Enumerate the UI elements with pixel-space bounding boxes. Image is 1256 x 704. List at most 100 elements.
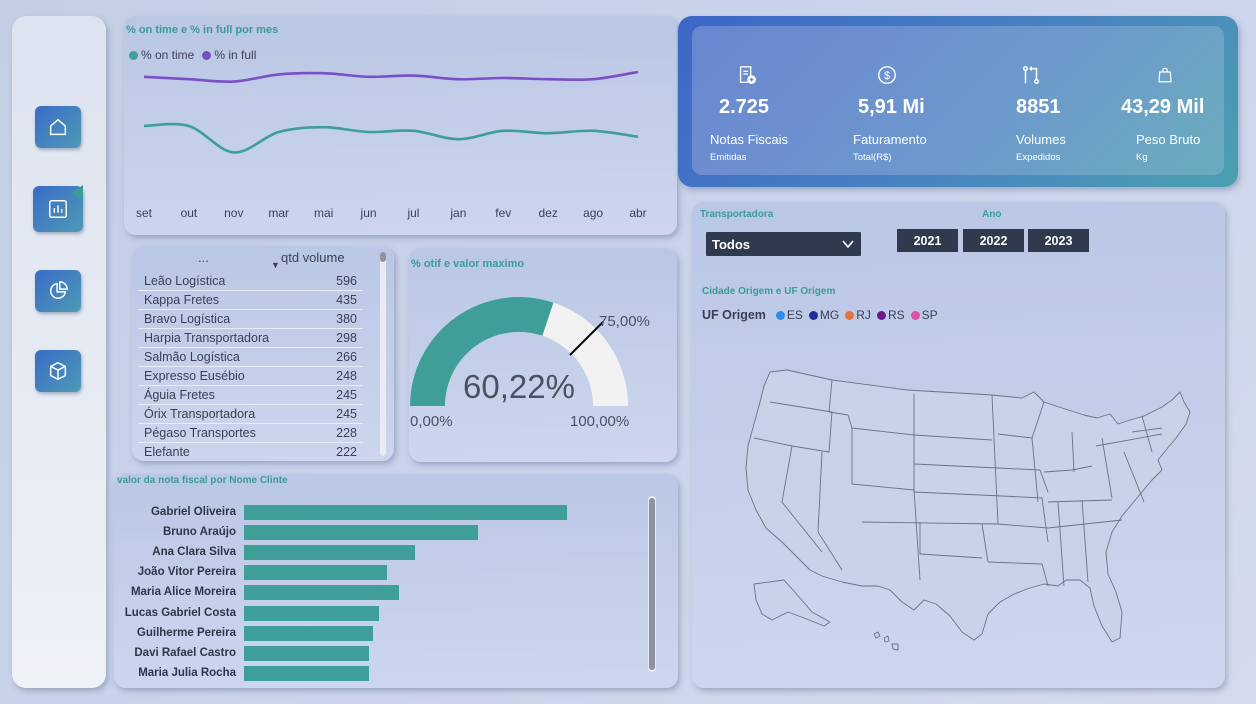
sort-arrow-icon[interactable]: ▼: [271, 260, 280, 270]
table-header-name[interactable]: ...: [198, 250, 209, 265]
pie-chart-icon: [50, 281, 68, 299]
line-chart-plot: [143, 70, 639, 154]
row-volume: 228: [336, 426, 357, 440]
row-volume: 298: [336, 331, 357, 345]
bar-category-label: Guilherme Pereira: [136, 626, 236, 639]
x-tick-label: jan: [450, 206, 467, 220]
row-volume: 248: [336, 369, 357, 383]
hawaii: [873, 631, 899, 651]
nav-home-button[interactable]: [35, 106, 81, 148]
gauge-card: % otif e valor maximo 60,22% 0,00% 100,0…: [409, 248, 677, 462]
bar[interactable]: [244, 645, 370, 661]
table-row[interactable]: Expresso Eusébio 248: [138, 367, 363, 386]
bar-category-label: Maria Julia Rocha: [138, 666, 236, 679]
bar-chart-card: valor da nota fiscal por Nome Clinte Gab…: [114, 474, 678, 688]
dollar-icon: $: [878, 66, 896, 84]
kpi-label: Volumes: [1016, 132, 1066, 147]
table-row[interactable]: Bravo Logística 380: [138, 310, 363, 329]
table-scrollbar[interactable]: [380, 252, 386, 456]
nav-box-button[interactable]: [35, 350, 81, 392]
box-icon: [49, 361, 67, 381]
x-tick-label: dez: [538, 206, 558, 220]
table-row[interactable]: Harpia Transportadora 298: [138, 329, 363, 348]
table-header-volume[interactable]: qtd volume: [281, 250, 345, 265]
row-carrier-name: Expresso Eusébio: [144, 369, 245, 383]
bar[interactable]: [244, 565, 388, 581]
bar[interactable]: [244, 665, 370, 681]
home-icon: [49, 118, 67, 136]
bar-category-label: Maria Alice Moreira: [130, 586, 236, 599]
kpi-value: 43,29 Mil: [1121, 96, 1205, 118]
table-row[interactable]: Kappa Fretes 435: [138, 291, 363, 310]
row-volume: 245: [336, 388, 357, 402]
gauge-chart: 60,22% 0,00% 100,00% 75,00%: [410, 297, 650, 430]
row-carrier-name: Salmão Logística: [144, 350, 240, 364]
gauge-max-label: 100,00%: [570, 413, 629, 430]
row-volume: 596: [336, 274, 357, 288]
table-body: Leão Logística 596 Kappa Fretes 435 Bravo Lo…: [138, 272, 363, 461]
row-carrier-name: Leão Logística: [144, 274, 226, 288]
row-carrier-name: Bravo Logística: [144, 312, 231, 326]
kpi-label: Peso Bruto: [1136, 132, 1201, 147]
kpi-sub: Total(R$): [853, 152, 892, 163]
x-tick-label: mai: [313, 206, 334, 220]
kpi-value: 8851: [1016, 96, 1061, 118]
bar-category-label: Lucas Gabriel Costa: [124, 606, 236, 619]
gauge-target-label: 75,00%: [599, 313, 650, 330]
bag-icon: [1158, 67, 1172, 83]
scrollbar-thumb[interactable]: [380, 252, 386, 262]
map-card: Transportadora Todos Ano 2021 2022 2023 …: [692, 202, 1225, 688]
bar-chart-scrollbar[interactable]: [648, 496, 656, 672]
kpi-label: Notas Fiscais: [710, 132, 789, 147]
table-row[interactable]: Salmão Logística 266: [138, 348, 363, 367]
alaska: [753, 579, 831, 627]
row-carrier-name: Harpia Transportadora: [144, 331, 270, 345]
table-row[interactable]: Pégaso Transportes 228: [138, 424, 363, 443]
x-axis-ticks: set out nov mar mai jun jul jan fev dez ago abr: [124, 206, 677, 222]
x-tick-label: jul: [407, 206, 420, 220]
bar[interactable]: [244, 605, 379, 621]
table-row[interactable]: Elefante 222: [138, 443, 363, 461]
bar[interactable]: [244, 585, 400, 601]
table-row[interactable]: Leão Logística 596: [138, 272, 363, 291]
bar[interactable]: [244, 505, 567, 520]
x-tick-label: jun: [360, 206, 377, 220]
row-carrier-name: Kappa Fretes: [144, 293, 220, 307]
gauge-value: 60,22%: [463, 368, 575, 405]
kpi-label: Faturamento: [853, 132, 927, 147]
scrollbar-thumb[interactable]: [649, 498, 655, 670]
bar[interactable]: [244, 525, 479, 541]
report-chart-icon: [49, 200, 67, 218]
us-outline: [745, 369, 1191, 643]
kpi-value: 2.725: [719, 96, 770, 118]
row-carrier-name: Pégaso Transportes: [144, 426, 256, 440]
row-volume: 245: [336, 407, 357, 421]
svg-text:$: $: [884, 70, 890, 82]
kpi-sub: Kg: [1136, 152, 1148, 163]
bar[interactable]: [244, 625, 374, 641]
x-tick-label: nov: [224, 206, 244, 220]
x-tick-label: mar: [268, 206, 290, 220]
table-row[interactable]: Órix Transportadora 245: [138, 405, 363, 424]
series-line-in-full[interactable]: [143, 70, 639, 84]
row-volume: 380: [336, 312, 357, 326]
nav-pie-button[interactable]: [35, 270, 81, 312]
row-carrier-name: Águia Fretes: [144, 388, 215, 402]
x-tick-label: set: [135, 206, 153, 220]
x-tick-label: ago: [583, 206, 604, 220]
line-chart-card: % on time e % in full por mes % on time …: [124, 16, 677, 235]
bar-category-label: Gabriel Oliveira: [150, 506, 236, 518]
row-volume: 222: [336, 445, 357, 459]
bar[interactable]: [244, 545, 415, 561]
x-tick-label: out: [180, 206, 198, 220]
kpi-sub: Emitidas: [710, 152, 747, 163]
active-nav-indicator: [72, 185, 83, 201]
invoice-icon: [739, 66, 756, 84]
row-carrier-name: Elefante: [144, 445, 190, 459]
row-carrier-name: Órix Transportadora: [144, 407, 256, 421]
us-map[interactable]: [692, 202, 1225, 688]
series-line-on-time[interactable]: [143, 122, 639, 154]
row-volume: 266: [336, 350, 357, 364]
table-row[interactable]: Águia Fretes 245: [138, 386, 363, 405]
sidebar: [12, 16, 106, 688]
